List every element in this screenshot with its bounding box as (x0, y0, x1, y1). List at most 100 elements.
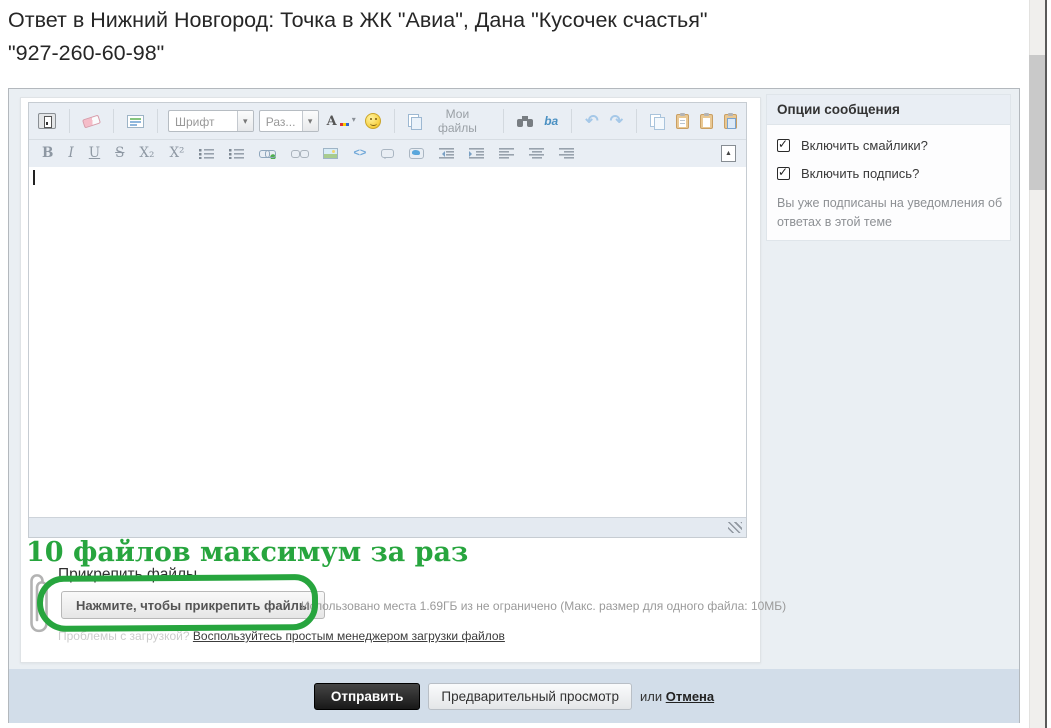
insert-link-button[interactable] (256, 146, 279, 161)
subscript-button[interactable]: X₂ (136, 145, 157, 163)
remove-format-button[interactable] (80, 115, 103, 128)
insert-image-button[interactable] (320, 146, 341, 161)
bullet-list-button[interactable] (196, 146, 217, 161)
my-files-button[interactable]: Мои файлы (405, 105, 493, 137)
option-checkbox[interactable]: ✓ (777, 139, 790, 152)
text-caret (33, 170, 35, 185)
paste-from-word-button[interactable] (721, 112, 740, 131)
size-select-caret-icon[interactable]: ▾ (302, 111, 318, 131)
superscript-button[interactable]: X² (166, 145, 187, 163)
toolbar-separator (69, 109, 70, 133)
align-center-button[interactable] (526, 146, 547, 161)
insert-media-icon (409, 148, 424, 159)
italic-button[interactable]: I (65, 145, 76, 163)
outdent-icon (439, 148, 454, 159)
superscript-glyph: X² (169, 147, 184, 161)
font-select-value: Шрифт (169, 111, 237, 131)
italic-glyph: I (68, 147, 73, 161)
outdent-button[interactable] (436, 146, 457, 161)
paste-plain-icon (700, 114, 713, 129)
message-options-body: ✓Включить смайлики?✓Включить подпись?Вы … (767, 125, 1010, 232)
preview-button[interactable]: Предварительный просмотр (428, 683, 632, 710)
copy-icon (650, 114, 665, 129)
toolbar-separator (636, 109, 637, 133)
toolbar-separator (503, 109, 504, 133)
editor-template-button[interactable] (124, 113, 147, 130)
font-color-glyph: A (327, 114, 337, 129)
reply-form: Шрифт▾Раз...▾AМои файлыba↶↷ BIUSX₂X²<>▲ … (8, 88, 1020, 723)
editor-toolbar-row1: Шрифт▾Раз...▾AМои файлыba↶↷ (29, 103, 746, 140)
remove-link-icon (291, 148, 308, 159)
emoticons-icon (365, 113, 381, 129)
align-right-button[interactable] (556, 146, 577, 161)
underline-glyph: U (89, 147, 100, 161)
browser-scrollbar-thumb[interactable] (1029, 55, 1045, 190)
subscript-glyph: X₂ (139, 147, 154, 161)
numbered-list-button[interactable] (226, 146, 247, 161)
page-title-line2: "927-260-60-98" (8, 37, 998, 70)
copy-button[interactable] (647, 112, 668, 131)
insert-quote-button[interactable] (378, 147, 397, 160)
bbcode-mode-toggle-button[interactable] (35, 111, 59, 131)
editor-panel: Шрифт▾Раз...▾AМои файлыba↶↷ BIUSX₂X²<>▲ … (20, 97, 761, 663)
message-options-title: Опции сообщения (767, 95, 1010, 125)
paste-button[interactable] (673, 112, 692, 131)
message-options-panel: Опции сообщения ✓Включить смайлики? ✓Вклю… (766, 94, 1011, 241)
toolbar-separator (113, 109, 114, 133)
spellcheck-button[interactable]: ba (541, 112, 561, 130)
window-edge (1045, 0, 1047, 728)
or-cancel-text: или Отмена (640, 689, 714, 704)
undo-button[interactable]: ↶ (582, 109, 601, 133)
bullet-list-icon (199, 148, 214, 159)
strikethrough-button[interactable]: S (112, 145, 127, 163)
toolbar-separator (571, 109, 572, 133)
bold-button[interactable]: B (39, 145, 56, 163)
indent-button[interactable] (466, 146, 487, 161)
align-right-icon (559, 148, 574, 159)
insert-code-button[interactable]: <> (350, 146, 369, 161)
option-checkbox[interactable]: ✓ (777, 167, 790, 180)
align-left-button[interactable] (496, 146, 517, 161)
indent-icon (469, 148, 484, 159)
or-text: или (640, 689, 662, 704)
search-button[interactable] (514, 114, 536, 129)
option-row: ✓Включить подпись? (777, 166, 1000, 181)
simple-uploader-link[interactable]: Воспользуйтесь простым менеджером загруз… (193, 629, 505, 643)
resize-handle-icon[interactable] (728, 522, 742, 533)
redo-button[interactable]: ↷ (607, 109, 626, 133)
submit-button[interactable]: Отправить (314, 683, 421, 710)
checkmark-icon: ✓ (778, 165, 788, 179)
scroll-up-button[interactable]: ▲ (721, 145, 736, 162)
strikethrough-glyph: S (115, 147, 124, 161)
message-input[interactable] (29, 167, 746, 517)
font-select[interactable]: Шрифт▾ (168, 110, 254, 132)
paste-plain-button[interactable] (697, 112, 716, 131)
font-color-button[interactable]: A (324, 112, 357, 131)
storage-usage-text: Использовано места 1.69ГБ из не ограниче… (301, 599, 786, 613)
size-select[interactable]: Раз...▾ (259, 110, 319, 132)
font-select-caret-icon[interactable]: ▾ (237, 111, 253, 131)
size-select-value: Раз... (260, 111, 302, 131)
emoticons-button[interactable] (362, 111, 384, 131)
insert-code-glyph: <> (353, 148, 366, 159)
insert-link-icon (259, 148, 276, 159)
page-title: Ответ в Нижний Новгород: Точка в ЖК "Ави… (8, 4, 998, 70)
font-color-icon (340, 114, 354, 128)
my-files-button-label: Мои файлы (425, 107, 491, 135)
rich-text-editor: Шрифт▾Раз...▾AМои файлыba↶↷ BIUSX₂X²<>▲ (28, 102, 747, 538)
search-icon (517, 116, 533, 127)
underline-button[interactable]: U (86, 145, 103, 163)
remove-link-button[interactable] (288, 146, 311, 161)
footer-bar: Отправить Предварительный просмотр или О… (9, 669, 1019, 723)
editor-template-icon (127, 115, 144, 128)
insert-media-button[interactable] (406, 146, 427, 161)
option-row: ✓Включить смайлики? (777, 138, 1000, 153)
redo-glyph: ↷ (610, 111, 623, 131)
cancel-link[interactable]: Отмена (666, 689, 714, 704)
insert-quote-icon (381, 149, 394, 158)
checkmark-icon: ✓ (778, 137, 788, 151)
spellcheck-glyph: ba (544, 114, 558, 128)
green-highlight-oval (37, 574, 318, 632)
remove-format-icon (82, 114, 101, 128)
align-left-icon (499, 148, 514, 159)
